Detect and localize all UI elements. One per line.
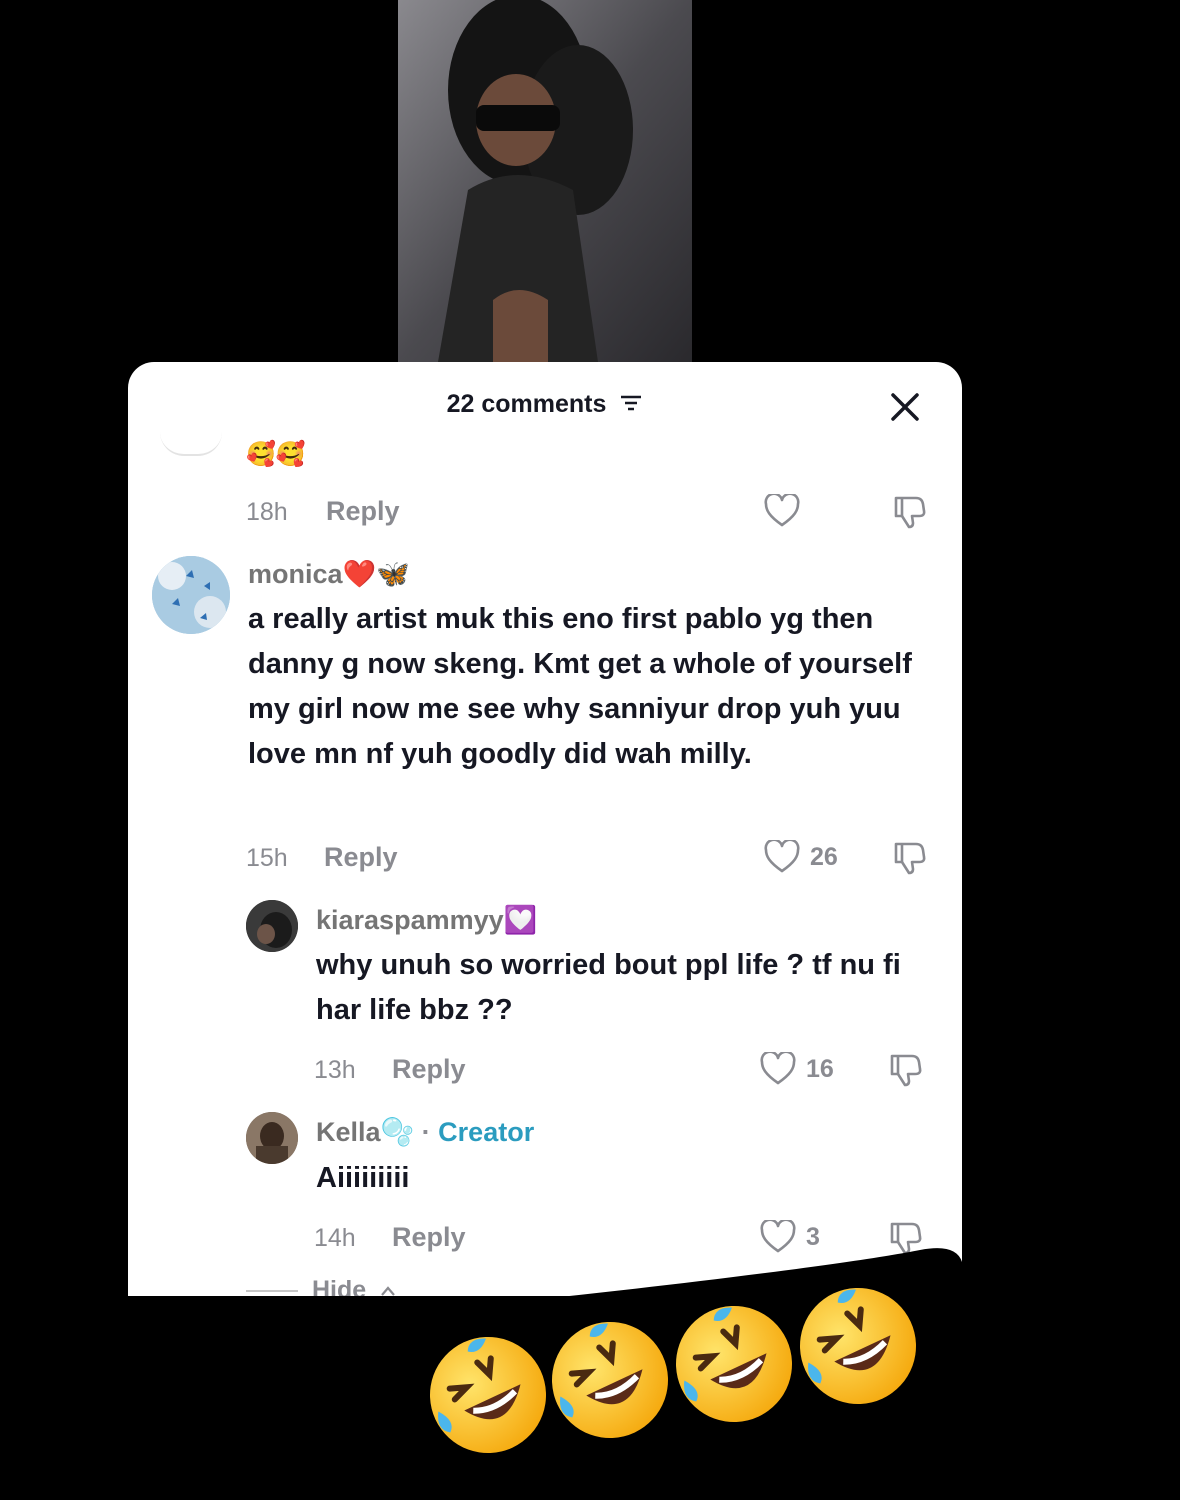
divider [246, 1289, 298, 1292]
avatar[interactable] [246, 1112, 298, 1164]
comment-time: 18h [246, 498, 288, 526]
dislike-icon[interactable] [886, 1220, 924, 1261]
comment-username[interactable]: kiaraspammyy💟 [316, 904, 537, 936]
comments-header: 22 comments [128, 390, 962, 420]
like-button[interactable]: 16 [760, 1052, 834, 1086]
creator-username[interactable]: Kella🫧 [316, 1117, 414, 1147]
heart-icon [764, 494, 800, 527]
rolling-laughing-emoji-icons [430, 1288, 916, 1453]
close-icon[interactable] [888, 390, 922, 424]
creator-badge: Creator [438, 1117, 535, 1147]
like-count: 16 [806, 1054, 834, 1083]
avatar[interactable] [246, 900, 298, 952]
comment-username[interactable]: Kella🫧 · Creator [316, 1116, 534, 1148]
reply-button[interactable]: Reply [324, 842, 398, 873]
video-frame-image [398, 0, 692, 362]
dislike-icon[interactable] [890, 840, 928, 881]
sort-filter-icon[interactable] [619, 391, 643, 420]
creator-avatar-image [246, 1112, 298, 1164]
heart-icon [764, 840, 800, 873]
like-button[interactable]: 26 [764, 840, 838, 874]
dislike-icon[interactable] [890, 494, 928, 535]
comment-username[interactable]: monica❤️🦋 [248, 558, 410, 590]
dislike-icon[interactable] [886, 1052, 924, 1093]
like-button[interactable] [764, 494, 800, 528]
hide-label: Hide [312, 1276, 367, 1296]
separator-dot: · [421, 1117, 439, 1147]
avatar[interactable] [152, 556, 230, 634]
laughing-emoji-row [428, 1280, 928, 1460]
butterfly-avatar-image [152, 556, 230, 634]
video-preview[interactable] [398, 0, 692, 362]
partial-avatar [160, 432, 222, 456]
comment-text: Aiiiiiiiii [316, 1162, 410, 1194]
partial-comment-emoji: 🥰🥰 [246, 441, 306, 468]
reply-button[interactable]: Reply [326, 496, 400, 527]
chevron-up-icon [381, 1285, 396, 1296]
profile-avatar-image [246, 900, 298, 952]
comment-time: 14h [314, 1224, 356, 1252]
comment-time: 13h [314, 1056, 356, 1084]
comments-count: 22 comments [446, 390, 607, 418]
heart-icon [760, 1220, 796, 1253]
heart-icon [760, 1052, 796, 1085]
reply-button[interactable]: Reply [392, 1054, 466, 1085]
comment-text: why unuh so worried bout ppl life ? tf n… [316, 949, 901, 1026]
like-count: 26 [810, 842, 838, 871]
reply-button[interactable]: Reply [392, 1222, 466, 1253]
comment-time: 15h [246, 844, 288, 872]
comments-sheet: 22 comments 🥰🥰 18h Reply monica❤️🦋 a rea… [128, 362, 962, 1296]
like-count: 3 [806, 1222, 820, 1251]
comment-text: a really artist muk this eno first pablo… [248, 603, 912, 770]
like-button[interactable]: 3 [760, 1220, 820, 1254]
hide-replies-button[interactable]: Hide [246, 1276, 396, 1296]
